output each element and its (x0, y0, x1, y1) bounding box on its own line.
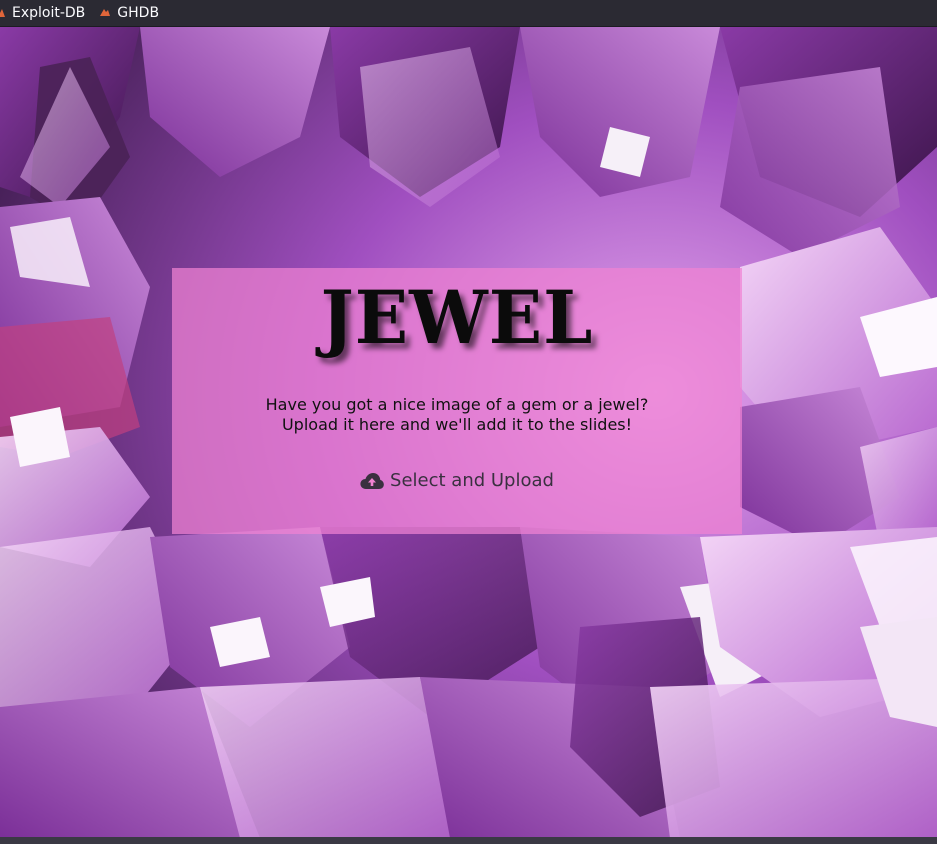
upload-panel: JEWEL Have you got a nice image of a gem… (172, 268, 742, 534)
bookmark-label: GHDB (117, 5, 160, 21)
subtitle-line-1: Have you got a nice image of a gem or a … (265, 395, 649, 414)
page-title: JEWEL (320, 273, 594, 362)
upload-description: Have you got a nice image of a gem or a … (172, 395, 742, 435)
subtitle-line-2: Upload it here and we'll add it to the s… (281, 415, 633, 434)
bookmarks-toolbar: Exploit-DB GHDB (0, 0, 937, 26)
bookmark-exploit-db[interactable]: Exploit-DB (0, 5, 85, 21)
ghdb-icon (100, 9, 111, 16)
page-viewport: JEWEL Have you got a nice image of a gem… (0, 26, 937, 837)
upload-label: Select and Upload (390, 470, 554, 491)
cloud-upload-icon (360, 472, 384, 489)
bookmark-label: Exploit-DB (12, 5, 86, 21)
exploit-db-icon (0, 9, 5, 17)
bookmark-ghdb[interactable]: GHDB (99, 5, 159, 21)
window-bottom-edge (0, 837, 937, 844)
select-and-upload-button[interactable]: Select and Upload (172, 470, 742, 491)
